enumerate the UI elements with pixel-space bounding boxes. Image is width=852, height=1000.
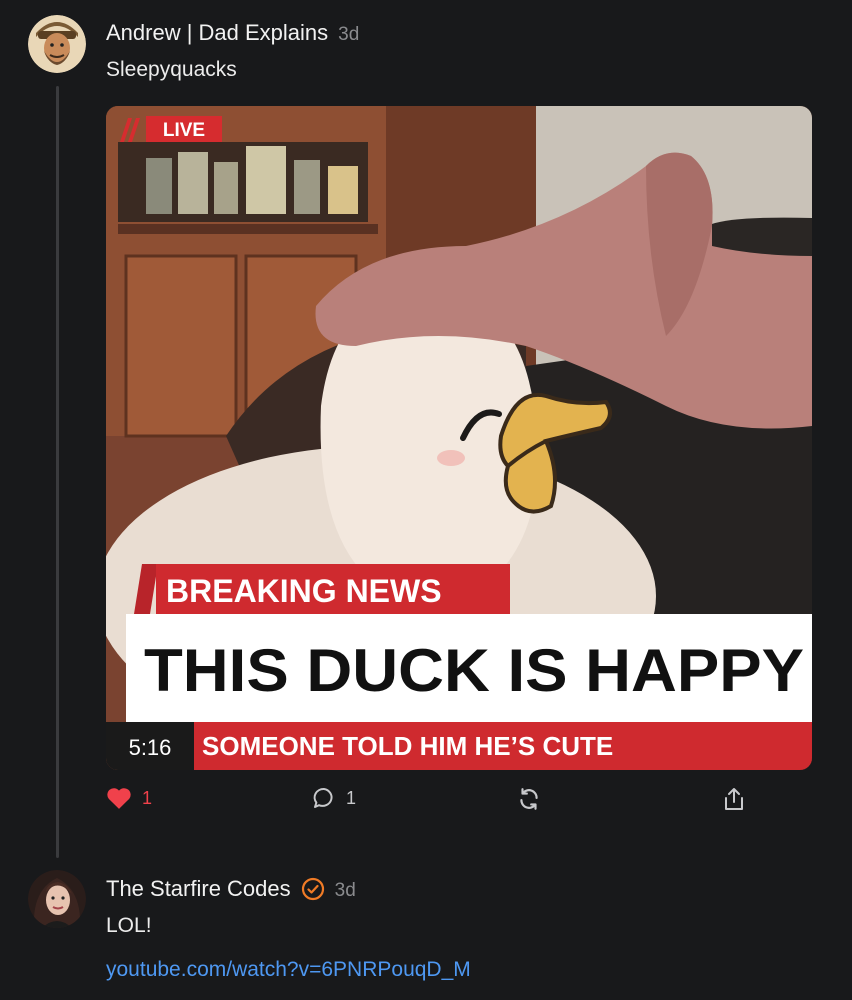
post-text: Sleepyquacks (106, 58, 237, 81)
heart-icon (107, 788, 131, 809)
post-time[interactable]: 3d (338, 24, 359, 46)
like-count: 1 (142, 787, 153, 808)
thread-line (56, 86, 59, 858)
post-time[interactable]: 3d (335, 880, 356, 902)
like-button[interactable]: 1 (106, 786, 152, 810)
verified-icon (301, 877, 324, 901)
headline-text: THIS DUCK IS HAPPY (144, 637, 804, 704)
reply-count: 1 (346, 787, 357, 808)
action-bar: 1 1 (106, 786, 812, 820)
share-button[interactable] (722, 786, 746, 812)
repost-button[interactable] (516, 786, 542, 812)
post-text: LOL! (106, 914, 152, 937)
reply-button[interactable]: 1 (312, 786, 356, 810)
post-starfire: The Starfire Codes 3d LOL! (106, 876, 356, 938)
ticker-text: SOMEONE TOLD HIM HE’S CUTE (202, 731, 613, 761)
breaking-news-label: BREAKING NEWS (166, 573, 442, 609)
live-tag: LIVE (163, 120, 205, 141)
avatar-starfire[interactable] (28, 870, 86, 928)
repost-icon (520, 788, 538, 810)
share-icon (725, 788, 743, 810)
author-name[interactable]: The Starfire Codes (106, 876, 291, 902)
author-name[interactable]: Andrew | Dad Explains (106, 20, 328, 46)
post-image[interactable]: LIVE BREAKING NEWS THIS DUCK IS HAPPY 5:… (106, 106, 812, 770)
video-timestamp: 5:16 (129, 735, 172, 760)
avatar-andrew[interactable] (28, 15, 86, 73)
comment-icon (313, 788, 333, 808)
post-andrew: Andrew | Dad Explains 3d Sleepyquacks (106, 20, 359, 82)
youtube-link[interactable]: youtube.com/watch?v=6PNRPouqD_M (106, 958, 471, 982)
